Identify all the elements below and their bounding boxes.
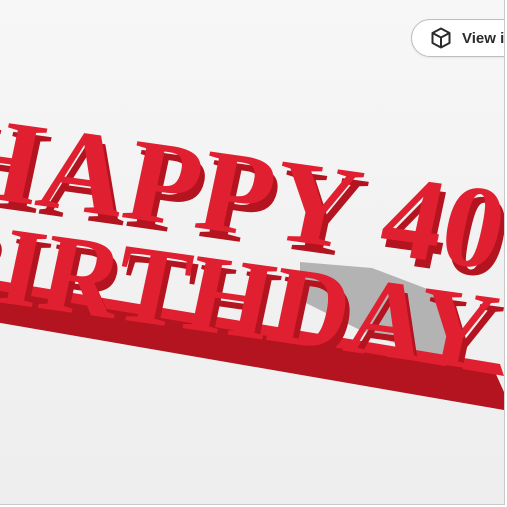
view-in-3d-button[interactable]: View in 3D: [411, 19, 505, 57]
view-in-3d-label: View in 3D: [462, 29, 505, 47]
model-viewer[interactable]: HAPPY 40 HAPPY 40 BIRTHDAY BIRTHDAY View…: [0, 0, 505, 505]
model-render-scene: HAPPY 40 HAPPY 40 BIRTHDAY BIRTHDAY: [0, 89, 504, 410]
cube-icon: [429, 26, 453, 50]
